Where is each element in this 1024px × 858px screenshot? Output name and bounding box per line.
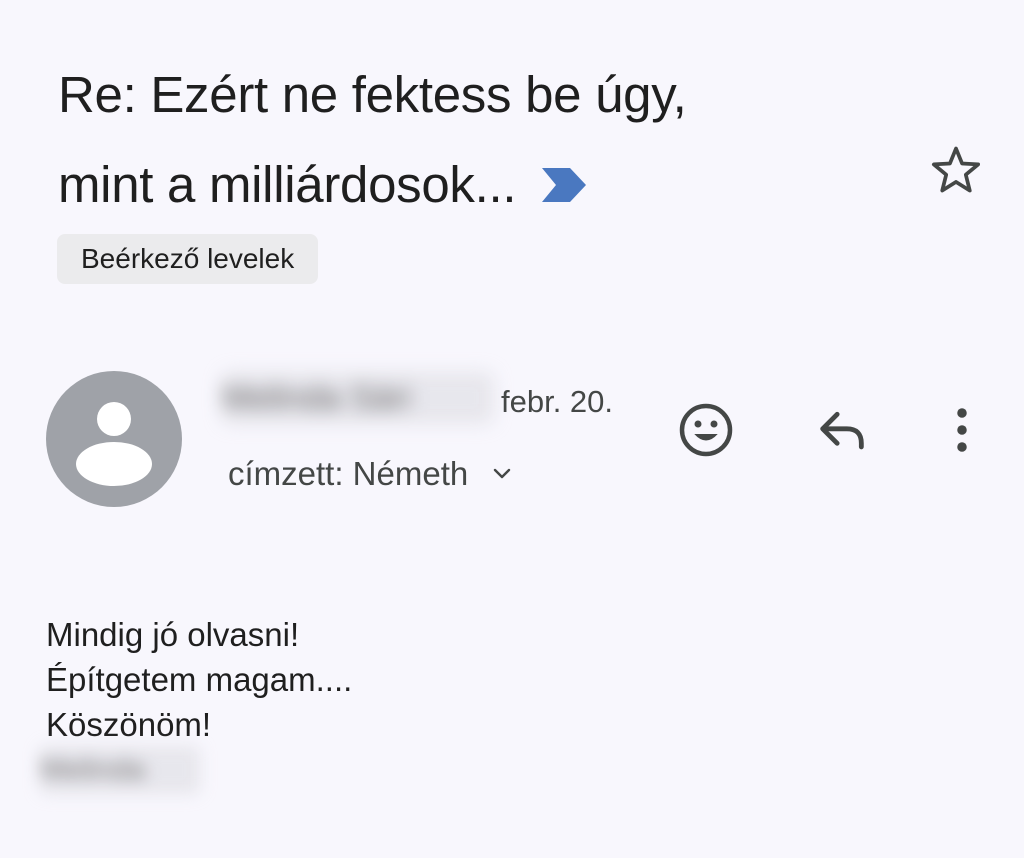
chevron-down-icon: [494, 468, 511, 479]
reply-button[interactable]: [808, 396, 876, 464]
recipient-text: címzett: Németh: [228, 455, 469, 492]
email-signature: Melinda: [40, 746, 200, 794]
subject-line-2-text: mint a milliárdosok...: [58, 156, 517, 213]
emoji-reaction-icon: [679, 403, 733, 457]
body-line: Köszönöm!: [46, 706, 212, 743]
email-subject: Re: Ezért ne fektess be úgy, mint a mill…: [58, 50, 898, 230]
person-avatar-icon: [76, 402, 152, 486]
label-chip-inbox[interactable]: Beérkező levelek: [57, 234, 319, 284]
email-body: Mindig jó olvasni! Építgetem magam.... K…: [46, 612, 352, 747]
body-line: Építgetem magam....: [46, 661, 353, 698]
subject-line-2: mint a milliárdosok...: [58, 140, 898, 230]
more-vert-icon: [957, 408, 967, 452]
body-line: Mindig jó olvasni!: [46, 616, 300, 653]
emoji-reaction-button[interactable]: [672, 396, 740, 464]
subject-line-1: Re: Ezért ne fektess be úgy,: [58, 66, 687, 123]
more-options-button[interactable]: [928, 396, 996, 464]
email-date: febr. 20.: [501, 384, 614, 419]
star-button[interactable]: [924, 138, 988, 202]
sender-avatar[interactable]: [46, 371, 182, 507]
recipient-details-toggle[interactable]: címzett: Németh: [228, 450, 514, 498]
importance-marker-icon[interactable]: [540, 166, 588, 204]
sender-name: Melinda Sári: [222, 372, 494, 424]
star-outline-icon: [931, 146, 981, 193]
reply-icon: [820, 411, 864, 450]
